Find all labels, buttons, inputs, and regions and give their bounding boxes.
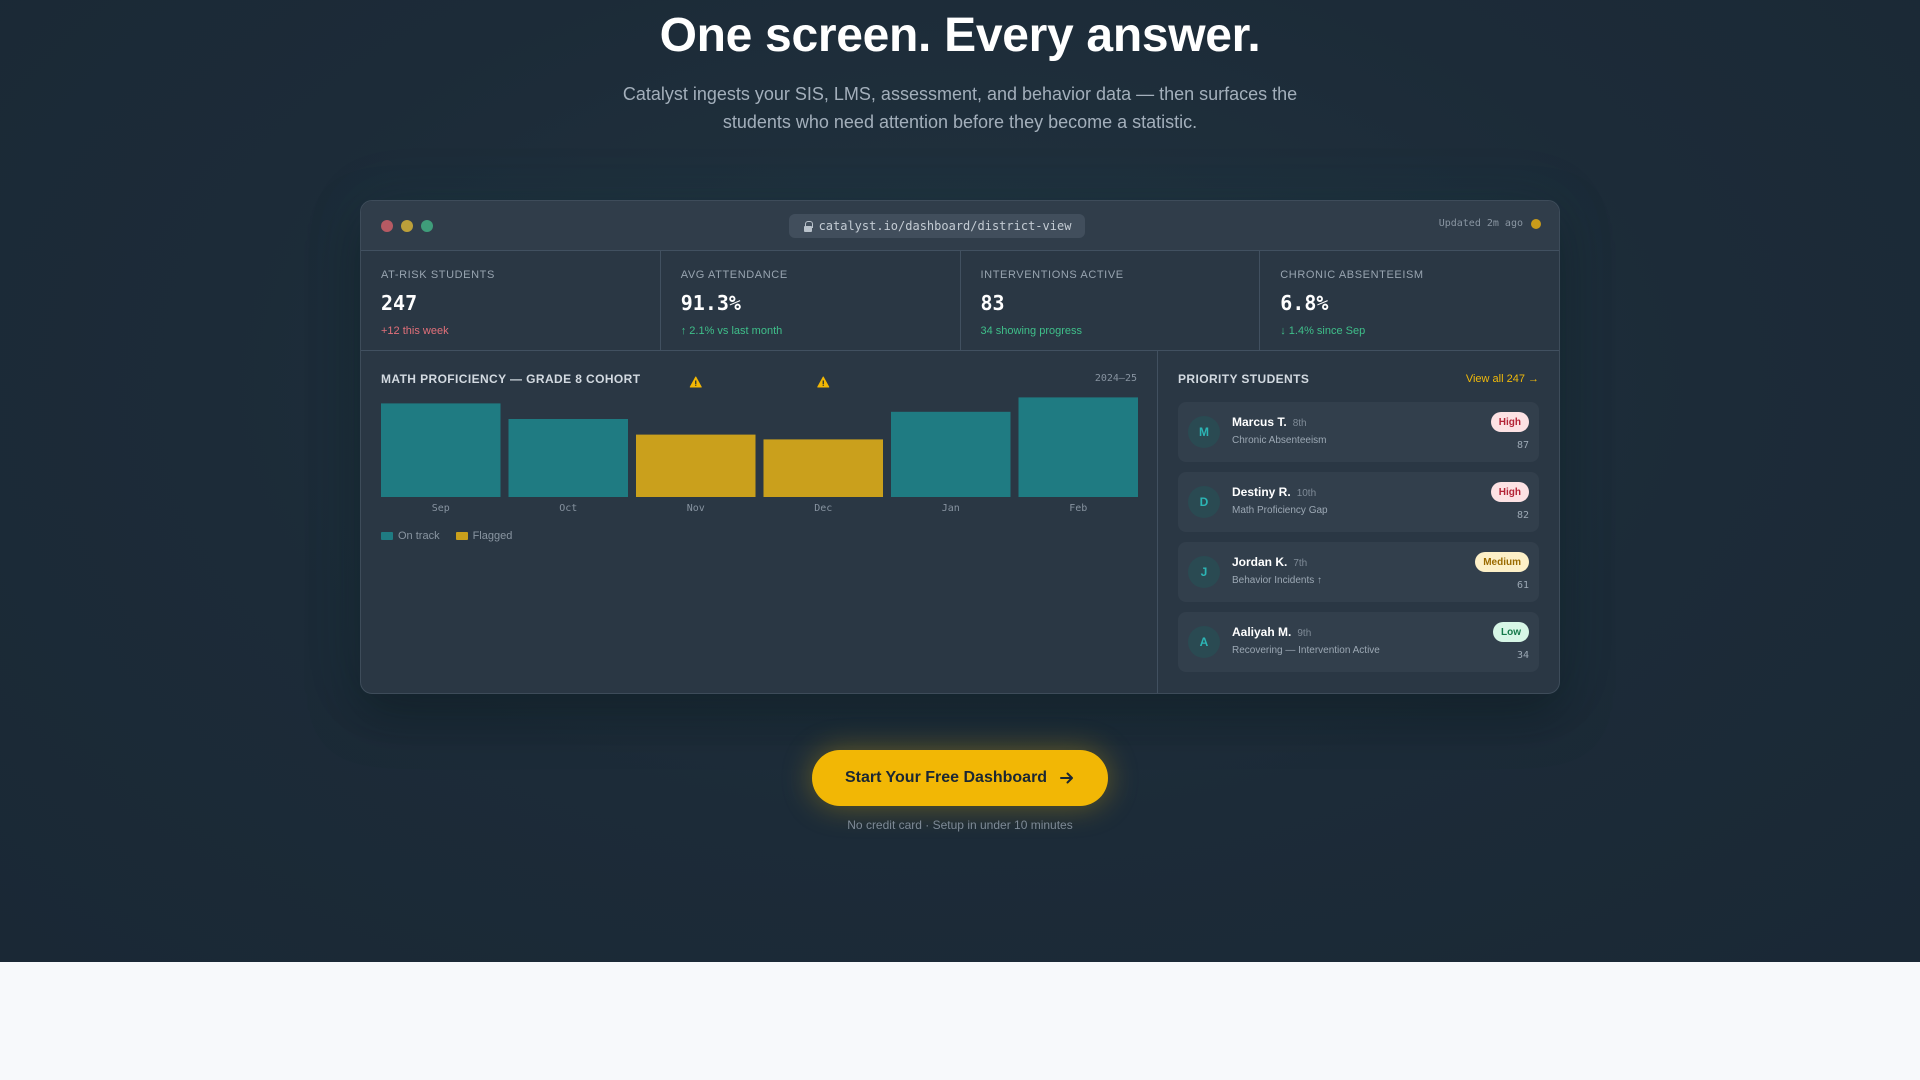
chart-bar-oct — [508, 419, 628, 497]
risk-badge: High — [1490, 412, 1529, 432]
cta-label: Start Your Free Dashboard — [844, 769, 1048, 786]
stat-delta: 34 showing progress — [980, 325, 1083, 337]
student-reason: Math Proficiency Gap — [1232, 505, 1328, 516]
cta-note: No credit card · Setup in under 10 minut… — [847, 818, 1073, 832]
student-card[interactable]: M Marcus T. 8th Chronic Absenteeism High 87 — [1178, 402, 1539, 462]
x-tick-label: Jan — [942, 503, 960, 514]
student-grade: 8th — [1292, 418, 1307, 429]
student-name-line: Marcus T. 8th — [1232, 415, 1307, 429]
window-maximize-dot — [421, 220, 433, 232]
stat-avg-attendance: AVG ATTENDANCE 91.3% ↑ 2.1% vs last mont… — [661, 251, 961, 350]
student-card[interactable]: A Aaliyah M. 9th Recovering — Intervention … — [1178, 612, 1539, 672]
stat-value: 247 — [381, 291, 418, 315]
updated-status: Updated 2m ago — [1439, 218, 1541, 229]
x-tick-label: Feb — [1069, 503, 1087, 514]
stats-row: AT-RISK STUDENTS 247 +12 this week AVG A… — [361, 251, 1559, 351]
stat-interventions-active: INTERVENTIONS ACTIVE 83 34 showing progr… — [961, 251, 1261, 350]
avatar: M — [1188, 416, 1220, 448]
stat-label: CHRONIC ABSENTEEISM — [1280, 269, 1424, 281]
legend-swatch-on-track — [381, 532, 393, 540]
x-tick-label: Dec — [814, 503, 832, 514]
student-reason: Behavior Incidents ↑ — [1232, 575, 1323, 586]
avatar: J — [1188, 556, 1220, 588]
stat-delta: ↑ 2.1% vs last month — [680, 325, 783, 337]
stat-chronic-absenteeism: CHRONIC ABSENTEEISM 6.8% ↓ 1.4% since Se… — [1260, 251, 1559, 350]
student-grade: 10th — [1296, 488, 1317, 499]
student-card[interactable]: D Destiny R. 10th Math Proficiency Gap High 8… — [1178, 472, 1539, 532]
student-reason: Chronic Absenteeism — [1232, 435, 1327, 446]
chart-bar-dec — [763, 439, 883, 497]
risk-score: 87 — [1516, 440, 1529, 451]
priority-header: PRIORITY STUDENTS View all 247 → — [1178, 371, 1539, 387]
student-reason: Recovering — Intervention Active — [1232, 645, 1380, 656]
student-card[interactable]: J Jordan K. 7th Behavior Incidents ↑ Medium 6… — [1178, 542, 1539, 602]
window-close-dot — [381, 220, 393, 232]
student-name: Destiny R. — [1232, 485, 1291, 499]
chart-panel: Sep Oct Nov Dec Jan Feb MATH PROFICIENCY — GR… — [361, 351, 1158, 693]
risk-badge: High — [1490, 482, 1529, 502]
student-name: Marcus T. — [1232, 415, 1287, 429]
student-grade: 7th — [1293, 558, 1308, 569]
chart-legend: On track Flagged — [381, 530, 512, 542]
chart-bar-feb — [1018, 397, 1138, 497]
x-tick-label: Sep — [432, 503, 450, 514]
priority-title: PRIORITY STUDENTS — [1178, 372, 1310, 386]
window-titlebar: catalyst.io/dashboard/district-view Upda… — [361, 201, 1559, 251]
view-all-link[interactable]: View all 247 → — [1466, 373, 1539, 385]
stat-label: AVG ATTENDANCE — [680, 269, 788, 281]
student-name-line: Destiny R. 10th — [1232, 485, 1316, 499]
subheadline: Catalyst ingests your SIS, LMS, assessme… — [622, 84, 1298, 132]
student-name: Aaliyah M. — [1232, 625, 1292, 639]
x-tick-label: Nov — [687, 503, 705, 514]
student-name: Jordan K. — [1232, 555, 1288, 569]
legend-flagged: Flagged — [455, 530, 513, 542]
warning-icon — [817, 376, 830, 388]
chart-year: 2024–25 — [1094, 373, 1137, 384]
legend-label: Flagged — [472, 530, 513, 542]
url-text: catalyst.io/dashboard/district-view — [818, 219, 1072, 233]
dashboard-body: Sep Oct Nov Dec Jan Feb MATH PROFICIENCY — GR… — [361, 351, 1559, 693]
legend-on-track: On track — [381, 530, 440, 542]
legend-swatch-flagged — [455, 532, 468, 540]
student-grade: 9th — [1297, 628, 1312, 639]
risk-badge: Low — [1493, 622, 1529, 642]
stat-at-risk-students: AT-RISK STUDENTS 247 +12 this week — [361, 251, 661, 350]
risk-score: 82 — [1516, 510, 1529, 521]
student-name-line: Jordan K. 7th — [1232, 555, 1307, 569]
priority-students-panel: PRIORITY STUDENTS View all 247 → M Marcus… — [1158, 351, 1559, 693]
student-name-line: Aaliyah M. 9th — [1232, 625, 1311, 639]
stat-label: AT-RISK STUDENTS — [381, 269, 495, 281]
stat-delta: ↓ 1.4% since Sep — [1280, 325, 1366, 337]
chart-bar-jan — [891, 411, 1011, 497]
risk-score: 34 — [1516, 650, 1529, 661]
updated-text: Updated 2m ago — [1438, 218, 1523, 229]
avatar: A — [1188, 626, 1220, 658]
risk-score: 61 — [1516, 580, 1529, 591]
url-bar: catalyst.io/dashboard/district-view — [789, 214, 1085, 238]
stat-value: 83 — [980, 291, 1005, 315]
hero-section: One screen. Every answer. Catalyst inges… — [0, 0, 1920, 962]
legend-label: On track — [398, 530, 440, 542]
headline: One screen. Every answer. — [659, 9, 1261, 62]
live-status-dot — [1531, 218, 1541, 229]
lock-icon — [803, 220, 813, 232]
x-tick-label: Oct — [559, 503, 577, 514]
stat-label: INTERVENTIONS ACTIVE — [980, 269, 1124, 281]
stat-delta: +12 this week — [381, 325, 449, 337]
risk-badge: Medium — [1475, 552, 1529, 572]
dashboard-preview-window: catalyst.io/dashboard/district-view Upda… — [360, 200, 1560, 694]
chart-bar-nov — [636, 434, 756, 497]
warning-icon — [689, 376, 702, 388]
start-free-dashboard-button[interactable]: Start Your Free Dashboard — [812, 750, 1108, 806]
student-list: M Marcus T. 8th Chronic Absenteeism High 87 D D… — [1178, 402, 1539, 672]
arrow-right-icon — [1060, 772, 1074, 784]
avatar: D — [1188, 486, 1220, 518]
stat-value: 91.3% — [680, 291, 741, 315]
chart-title: MATH PROFICIENCY — GRADE 8 COHORT — [381, 372, 641, 386]
chart-bar-sep — [381, 403, 501, 497]
window-minimize-dot — [401, 220, 413, 232]
stat-value: 6.8% — [1280, 291, 1329, 315]
